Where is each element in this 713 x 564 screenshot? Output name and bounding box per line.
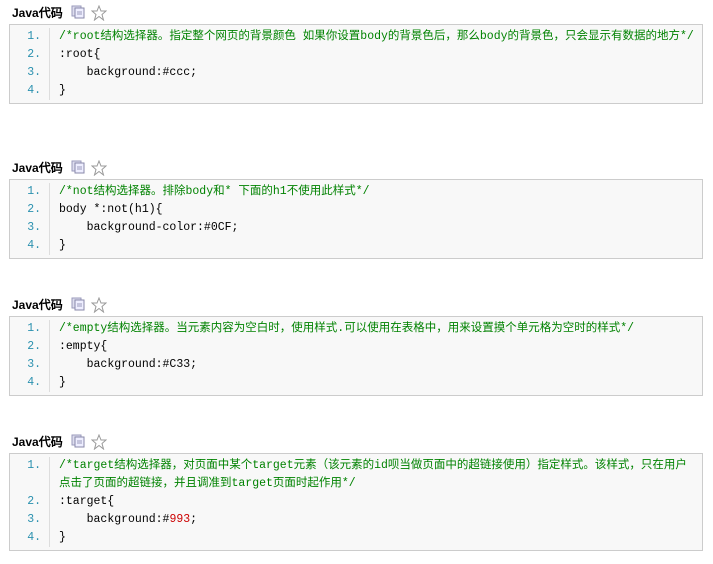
code-line: 4.}	[10, 237, 702, 255]
code-text: }	[50, 529, 74, 547]
copy-icon[interactable]	[71, 297, 85, 311]
code-block: Java代码 1. /*root结构选择器。指定整个网页的背景颜色 如果你设置bod…	[9, 4, 703, 104]
code-line: 1. /*empty结构选择器。当元素内容为空白时，使用样式.可以使用在表格中，用…	[10, 320, 702, 338]
code-text: background-color:#0CF;	[50, 219, 246, 237]
line-number: 4.	[10, 82, 50, 100]
star-icon[interactable]	[90, 296, 108, 314]
code-token: /*not结构选择器。排除body和* 下面的h1不使用此样式*/	[59, 185, 370, 198]
code-text: :empty{	[50, 338, 115, 356]
code-line: 3. background:#993;	[10, 511, 702, 529]
copy-icon[interactable]	[71, 160, 85, 174]
line-number: 2.	[10, 46, 50, 64]
code-token: :target{	[59, 495, 115, 508]
code-line: 3. background:#ccc;	[10, 64, 702, 82]
code-line: 2. :target{	[10, 493, 702, 511]
code-token: background:#ccc;	[59, 66, 198, 79]
star-icon[interactable]	[90, 159, 108, 177]
code-text: }	[50, 82, 74, 100]
star-icon[interactable]	[90, 4, 108, 22]
line-number: 3.	[10, 511, 50, 529]
code-box: 1. /*empty结构选择器。当元素内容为空白时，使用样式.可以使用在表格中，用…	[9, 316, 703, 396]
code-token: :root{	[59, 48, 101, 61]
code-box: 1. /*target结构选择器，对页面中某个target元素（该元素的id呗当做…	[9, 453, 703, 551]
code-token: ;	[190, 513, 198, 526]
code-box: 1. /*root结构选择器。指定整个网页的背景颜色 如果你设置body的背景色后…	[9, 24, 703, 104]
code-token: }	[59, 84, 66, 97]
code-text: }	[50, 237, 74, 255]
code-token: }	[59, 239, 66, 252]
code-header: Java代码	[9, 4, 703, 22]
code-token: /*target结构选择器，对页面中某个target元素（该元素的id呗当做页面…	[59, 459, 687, 490]
code-text: background:#993;	[50, 511, 205, 529]
code-text: /*not结构选择器。排除body和* 下面的h1不使用此样式*/	[50, 183, 378, 201]
code-text: :root{	[50, 46, 108, 64]
code-header: Java代码	[9, 433, 703, 451]
line-number: 1.	[10, 28, 50, 46]
code-block: Java代码 1. /*target结构选择器，对页面中某个target元素（该元素…	[9, 433, 703, 551]
code-line: 2. :root{	[10, 46, 702, 64]
code-text: /*root结构选择器。指定整个网页的背景颜色 如果你设置body的背景色后，那…	[50, 28, 702, 46]
line-number: 2.	[10, 201, 50, 219]
code-token: background-color:#0CF;	[59, 221, 239, 234]
code-language-label: Java代码	[12, 5, 63, 20]
code-text: background:#C33;	[50, 356, 205, 374]
code-line: 3. background:#C33;	[10, 356, 702, 374]
code-line: 2. :empty{	[10, 338, 702, 356]
line-number: 4.	[10, 529, 50, 547]
code-text: :target{	[50, 493, 122, 511]
code-header: Java代码	[9, 296, 703, 314]
code-language-label: Java代码	[12, 434, 63, 449]
code-text: background:#ccc;	[50, 64, 205, 82]
code-text: /*target结构选择器，对页面中某个target元素（该元素的id呗当做页面…	[50, 457, 702, 493]
copy-icon[interactable]	[71, 434, 85, 448]
code-line: 4.}	[10, 82, 702, 100]
copy-icon[interactable]	[71, 5, 85, 19]
code-text: /*empty结构选择器。当元素内容为空白时，使用样式.可以使用在表格中，用来设…	[50, 320, 642, 338]
code-text: }	[50, 374, 74, 392]
code-token: }	[59, 531, 66, 544]
line-number: 2.	[10, 338, 50, 356]
star-icon[interactable]	[90, 433, 108, 451]
line-number: 1.	[10, 183, 50, 201]
code-box: 1. /*not结构选择器。排除body和* 下面的h1不使用此样式*/ 2. bod…	[9, 179, 703, 259]
line-number: 1.	[10, 457, 50, 493]
line-number: 3.	[10, 64, 50, 82]
code-text: body *:not(h1){	[50, 201, 171, 219]
line-number: 3.	[10, 219, 50, 237]
code-line: 4.}	[10, 529, 702, 547]
code-line: 1. /*target结构选择器，对页面中某个target元素（该元素的id呗当做…	[10, 457, 702, 493]
code-line: 1. /*not结构选择器。排除body和* 下面的h1不使用此样式*/	[10, 183, 702, 201]
code-token: /*root结构选择器。指定整个网页的背景颜色 如果你设置body的背景色后，那…	[59, 30, 694, 43]
code-token: background:#C33;	[59, 358, 198, 371]
code-token: body *:not(h1){	[59, 203, 163, 216]
line-number: 4.	[10, 374, 50, 392]
line-number: 3.	[10, 356, 50, 374]
code-language-label: Java代码	[12, 160, 63, 175]
number-literal: 993	[169, 513, 191, 526]
code-block: Java代码 1. /*empty结构选择器。当元素内容为空白时，使用样式.可以使用…	[9, 296, 703, 396]
code-token: /*empty结构选择器。当元素内容为空白时，使用样式.可以使用在表格中，用来设…	[59, 322, 635, 335]
code-line: 3. background-color:#0CF;	[10, 219, 702, 237]
code-line: 4.}	[10, 374, 702, 392]
code-line: 2. body *:not(h1){	[10, 201, 702, 219]
line-number: 2.	[10, 493, 50, 511]
code-language-label: Java代码	[12, 297, 63, 312]
code-token: background:#	[59, 513, 170, 526]
code-token: }	[59, 376, 66, 389]
code-line: 1. /*root结构选择器。指定整个网页的背景颜色 如果你设置body的背景色后…	[10, 28, 702, 46]
code-block: Java代码 1. /*not结构选择器。排除body和* 下面的h1不使用此样式*…	[9, 159, 703, 259]
code-token: :empty{	[59, 340, 108, 353]
line-number: 4.	[10, 237, 50, 255]
line-number: 1.	[10, 320, 50, 338]
code-header: Java代码	[9, 159, 703, 177]
